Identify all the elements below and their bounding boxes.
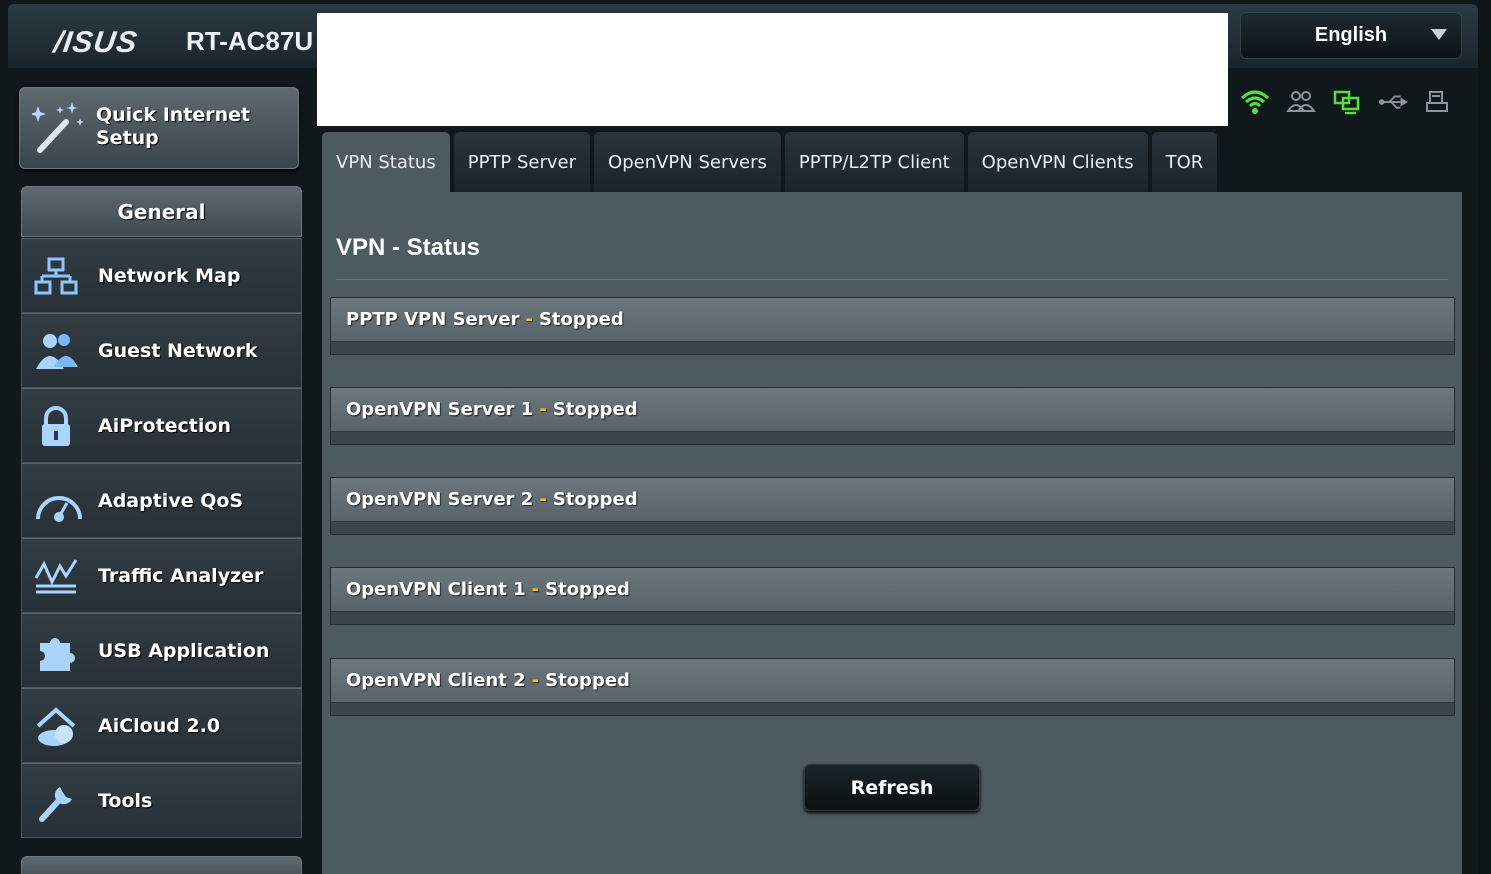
- vpn-section-state: Stopped: [552, 399, 638, 420]
- sidebar-item-label: Tools: [98, 790, 153, 812]
- vpn-section-state: Stopped: [538, 309, 624, 330]
- clients-icon[interactable]: [1286, 87, 1316, 117]
- vpn-section-name: OpenVPN Client 2: [346, 670, 526, 691]
- quick-internet-setup-button[interactable]: Quick Internet Setup: [19, 87, 299, 169]
- separator: -: [539, 489, 547, 510]
- vpn-section-pptp-server: PPTP VPN Server - Stopped: [330, 297, 1455, 355]
- vpn-section-header[interactable]: OpenVPN Client 1 - Stopped: [331, 568, 1454, 612]
- wrench-icon: [34, 781, 80, 823]
- sidebar-item-label: Adaptive QoS: [98, 490, 244, 512]
- vpn-section-openvpn-server-2: OpenVPN Server 2 - Stopped: [330, 477, 1455, 535]
- vpn-section-header[interactable]: PPTP VPN Server - Stopped: [331, 298, 1454, 342]
- separator: -: [531, 670, 540, 691]
- vpn-section-header[interactable]: OpenVPN Client 2 - Stopped: [331, 659, 1454, 703]
- wifi-icon[interactable]: [1240, 87, 1270, 117]
- vpn-section-name: PPTP VPN Server: [346, 309, 520, 330]
- network-icon[interactable]: [1332, 87, 1362, 117]
- router-model: RT-AC87U: [186, 26, 314, 56]
- vpn-section-state: Stopped: [552, 489, 638, 510]
- tab-pptp-l2tp-client[interactable]: PPTP/L2TP Client: [784, 132, 964, 192]
- cloud-house-icon: [34, 706, 80, 748]
- language-label: English: [1314, 24, 1388, 46]
- separator: -: [525, 309, 533, 330]
- page-title: VPN - Status: [336, 234, 481, 261]
- sidebar-item-guest-network[interactable]: Guest Network: [21, 313, 302, 388]
- printer-icon[interactable]: [1424, 87, 1450, 117]
- separator: -: [531, 579, 540, 600]
- lock-icon: [34, 406, 80, 448]
- analyzer-icon: [34, 556, 80, 598]
- refresh-button[interactable]: Refresh: [804, 764, 980, 811]
- quick-setup-label: Quick Internet Setup: [96, 104, 251, 149]
- tab-openvpn-clients[interactable]: OpenVPN Clients: [967, 132, 1148, 192]
- sidebar-item-network-map[interactable]: Network Map: [21, 238, 302, 313]
- chevron-down-icon: [1431, 29, 1447, 40]
- language-select[interactable]: English: [1240, 12, 1462, 59]
- network-map-icon: [34, 256, 80, 298]
- guest-network-icon: [34, 331, 80, 373]
- sidebar-item-aiprotection[interactable]: AiProtection: [21, 388, 302, 463]
- sidebar-item-label: Network Map: [98, 265, 241, 287]
- vpn-section-header[interactable]: OpenVPN Server 2 - Stopped: [331, 478, 1454, 522]
- vpn-section-name: OpenVPN Server 1: [346, 399, 534, 420]
- title-divider: [336, 279, 1448, 280]
- sidebar-item-label: Guest Network: [98, 340, 258, 362]
- tab-tor[interactable]: TOR: [1151, 132, 1218, 192]
- vpn-section-openvpn-server-1: OpenVPN Server 1 - Stopped: [330, 387, 1455, 445]
- vpn-section-header[interactable]: OpenVPN Server 1 - Stopped: [331, 388, 1454, 432]
- sidebar-section-title: General: [21, 186, 302, 237]
- vpn-section-state: Stopped: [545, 670, 630, 691]
- gauge-icon: [34, 481, 82, 523]
- magic-wand-icon: [30, 98, 88, 162]
- vpn-section-openvpn-client-2: OpenVPN Client 2 - Stopped: [330, 658, 1455, 716]
- vpn-section-name: OpenVPN Server 2: [346, 489, 534, 510]
- sidebar-item-adaptive-qos[interactable]: Adaptive QoS: [21, 463, 302, 538]
- window-edge: [1478, 0, 1491, 874]
- tab-vpn-status[interactable]: VPN Status: [322, 132, 450, 192]
- sidebar-item-traffic-analyzer[interactable]: Traffic Analyzer: [21, 538, 302, 613]
- banner-area: [317, 13, 1228, 126]
- vpn-section-state: Stopped: [545, 579, 630, 600]
- sidebar-item-label: Traffic Analyzer: [98, 565, 264, 587]
- sidebar-menu: Network Map Guest Network AiProtection A…: [21, 238, 302, 838]
- vpn-section-name: OpenVPN Client 1: [346, 579, 526, 600]
- sidebar-item-usb-application[interactable]: USB Application: [21, 613, 302, 688]
- sidebar-section-advanced[interactable]: [21, 856, 302, 874]
- separator: -: [539, 399, 547, 420]
- tab-pptp-server[interactable]: PPTP Server: [453, 132, 591, 192]
- tab-bar: VPN Status PPTP Server OpenVPN Servers P…: [322, 132, 1218, 192]
- sidebar-item-label: AiProtection: [98, 415, 231, 437]
- vpn-section-openvpn-client-1: OpenVPN Client 1 - Stopped: [330, 567, 1455, 625]
- usb-icon[interactable]: [1378, 87, 1408, 117]
- status-icons: [1240, 86, 1450, 118]
- puzzle-icon: [34, 631, 80, 673]
- sidebar-item-label: AiCloud 2.0: [98, 715, 221, 737]
- sidebar-item-aicloud[interactable]: AiCloud 2.0: [21, 688, 302, 763]
- tab-openvpn-servers[interactable]: OpenVPN Servers: [594, 132, 781, 192]
- sidebar-item-tools[interactable]: Tools: [21, 763, 302, 838]
- sidebar-item-label: USB Application: [98, 640, 270, 662]
- main-panel: VPN - Status PPTP VPN Server - Stopped O…: [322, 192, 1462, 874]
- asus-logo: /ISUS: [51, 26, 140, 59]
